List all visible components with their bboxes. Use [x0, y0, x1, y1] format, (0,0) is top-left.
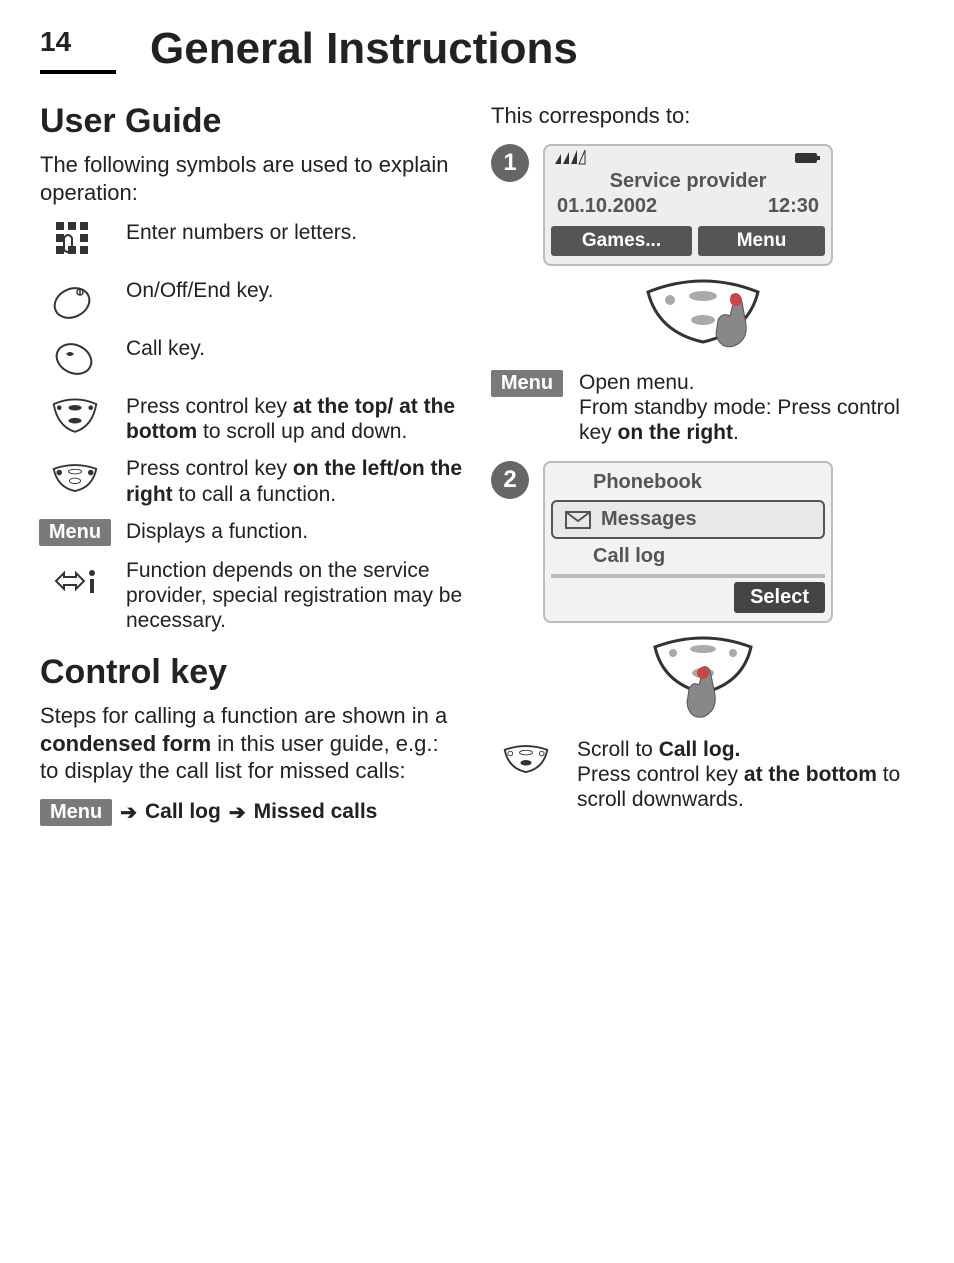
phone-screen-standby: Service provider 01.10.2002 12:30 Games.…: [543, 144, 833, 266]
controlkey-horizontal-icon: [501, 737, 551, 783]
intro-text: The following symbols are used to explai…: [40, 151, 463, 206]
symbol-row-callkey: Call key.: [40, 336, 463, 382]
breadcrumb: Menu ➔ Call log ➔ Missed calls: [40, 799, 463, 826]
arrow-icon: ➔: [229, 800, 246, 825]
provider-icon: [50, 558, 100, 604]
right-column: This corresponds to: 1 Service provider …: [491, 102, 914, 826]
nav-press-down-illustration: [491, 631, 914, 721]
corresponds-text: This corresponds to:: [491, 102, 914, 130]
symbol-text: Function depends on the service provider…: [126, 558, 463, 634]
softkey-select[interactable]: Select: [734, 582, 825, 613]
symbol-text: Displays a function.: [126, 519, 463, 544]
page-header: 14 General Instructions: [40, 24, 914, 74]
control-key-text: Steps for calling a function are shown i…: [40, 702, 463, 785]
end-key-icon: [50, 278, 100, 324]
time-label: 12:30: [768, 195, 819, 218]
menu-item-messages-selected[interactable]: Messages: [551, 500, 825, 539]
scroll-text: Scroll to Call log. Press control key at…: [577, 737, 914, 813]
controlkey-vertical-icon: [50, 394, 100, 440]
step-2: 2 Phonebook Messages Call log: [491, 461, 914, 623]
scroll-instruction: Scroll to Call log. Press control key at…: [491, 737, 914, 813]
controlkey-horizontal-icon: [50, 456, 100, 502]
step-badge-1: 1: [491, 144, 529, 182]
softkey-right[interactable]: Menu: [698, 226, 825, 256]
symbol-row-menu: Menu Displays a function.: [40, 519, 463, 546]
page-title: General Instructions: [150, 24, 578, 74]
keypad-icon: [50, 220, 100, 266]
step-badge-2: 2: [491, 461, 529, 499]
menu-badge-icon: Menu: [491, 370, 563, 397]
menu-badge-icon: Menu: [39, 519, 111, 546]
symbol-row-provider: Function depends on the service provider…: [40, 558, 463, 634]
nav-press-right-illustration: [491, 274, 914, 354]
menu-item-phonebook[interactable]: Phonebook: [545, 465, 831, 500]
breadcrumb-menu-badge: Menu: [40, 799, 112, 826]
step-1: 1 Service provider 01.10.2002 12:30: [491, 144, 914, 266]
symbol-text: Press control key on the left/on the rig…: [126, 456, 463, 506]
open-menu-text: Open menu. From standby mode: Press cont…: [579, 370, 914, 446]
breadcrumb-step: Missed calls: [254, 800, 378, 824]
call-key-icon: [50, 336, 100, 382]
symbol-text: Enter numbers or letters.: [126, 220, 463, 245]
hand-pointer-icon: [687, 667, 715, 718]
breadcrumb-step: Call log: [145, 800, 221, 824]
symbol-row-endkey: On/Off/End key.: [40, 278, 463, 324]
provider-label: Service provider: [545, 170, 831, 193]
date-label: 01.10.2002: [557, 195, 657, 218]
envelope-icon: [565, 511, 591, 529]
phone-screen-menu: Phonebook Messages Call log Select: [543, 461, 833, 623]
symbol-text: Press control key at the top/ at the bot…: [126, 394, 463, 444]
symbol-row-control-horizontal: Press control key on the left/on the rig…: [40, 456, 463, 506]
section-title-user-guide: User Guide: [40, 102, 463, 141]
menu-item-calllog[interactable]: Call log: [545, 539, 831, 574]
page-number: 14: [40, 26, 116, 74]
left-column: User Guide The following symbols are use…: [40, 102, 463, 826]
symbol-text: On/Off/End key.: [126, 278, 463, 303]
arrow-icon: ➔: [120, 800, 137, 825]
menu-instruction: Menu Open menu. From standby mode: Press…: [491, 370, 914, 446]
symbol-row-keypad: Enter numbers or letters.: [40, 220, 463, 266]
softkey-left[interactable]: Games...: [551, 226, 692, 256]
hand-pointer-icon: [716, 293, 746, 346]
symbol-text: Call key.: [126, 336, 463, 361]
signal-icon: [553, 150, 597, 166]
symbol-row-control-vertical: Press control key at the top/ at the bot…: [40, 394, 463, 444]
battery-icon: [793, 151, 823, 165]
section-title-control-key: Control key: [40, 653, 463, 692]
